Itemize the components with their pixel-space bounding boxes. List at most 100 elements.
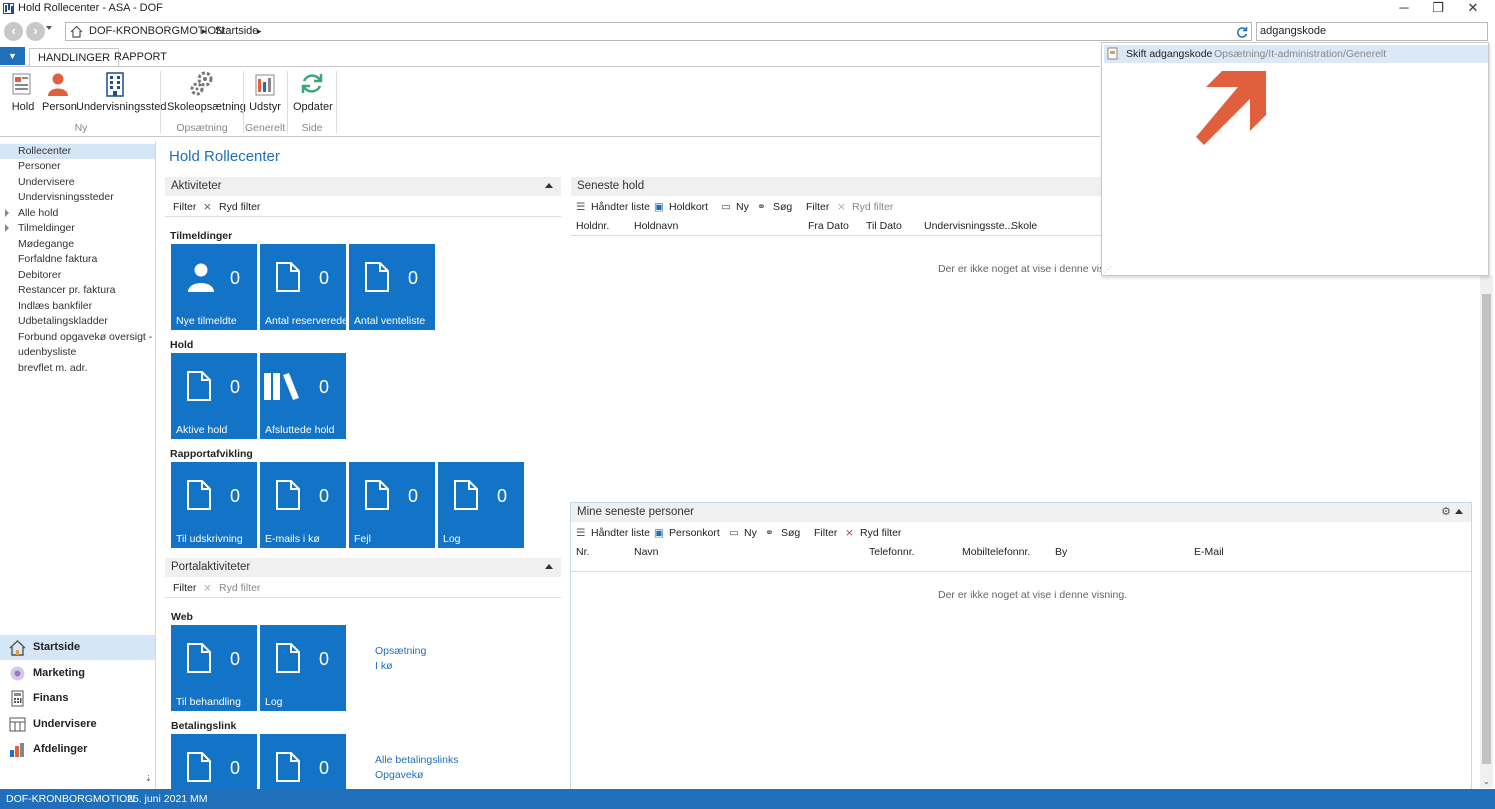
udstyr-button[interactable]: Udstyr — [249, 71, 281, 113]
nav-options-icon[interactable]: ⇣ — [145, 774, 152, 783]
clear-filter-icon[interactable]: ⨯ — [845, 527, 854, 539]
dept-finans[interactable]: Finans — [0, 686, 155, 711]
col-navn[interactable]: Navn — [634, 546, 659, 558]
nav-item-forfaldne-faktura[interactable]: Forfaldne faktura — [0, 252, 155, 267]
tile-log[interactable]: 0 Log — [438, 462, 524, 548]
nav-item-restancer[interactable]: Restancer pr. faktura — [0, 283, 155, 298]
mine-personer-header[interactable]: Mine seneste personer ⚙ — [571, 503, 1471, 522]
history-dropdown-icon[interactable] — [46, 26, 52, 30]
personkort-button[interactable]: Personkort — [669, 527, 720, 539]
tile-antal-venteliste[interactable]: 0 Antal venteliste — [349, 244, 435, 330]
holdkort-button[interactable]: Holdkort — [669, 201, 708, 213]
close-button[interactable]: ✕ — [1456, 0, 1490, 18]
tile-fejl[interactable]: 0 Fejl — [349, 462, 435, 548]
search-result-name[interactable]: Skift adgangskode — [1126, 48, 1212, 60]
filter-button[interactable]: Filter — [806, 201, 829, 213]
hold-button[interactable]: Hold — [9, 71, 37, 113]
new-button[interactable]: Ny — [736, 201, 749, 213]
nav-item-personer[interactable]: Personer — [0, 159, 155, 174]
nav-item-undervisningssteder[interactable]: Undervisningssteder — [0, 190, 155, 205]
col-telefonnr[interactable]: Telefonnr. — [869, 546, 915, 558]
vertical-scrollbar[interactable]: ⌄ — [1480, 276, 1493, 788]
manage-list-button[interactable]: Håndter liste — [591, 201, 650, 213]
person-button[interactable]: Person — [42, 71, 77, 113]
search-input[interactable]: adgangskode — [1256, 22, 1488, 41]
nav-item-brevflet[interactable]: brevflet m. adr. — [0, 361, 155, 376]
col-mobiltelefonnr[interactable]: Mobiltelefonnr. — [962, 546, 1030, 558]
dept-afdelinger[interactable]: Afdelinger — [0, 737, 155, 762]
col-til-dato[interactable]: Til Dato — [866, 220, 902, 232]
nav-item-udenbysliste[interactable]: udenbysliste — [0, 345, 155, 360]
nav-group-tilmeldinger[interactable]: Tilmeldinger — [0, 221, 155, 236]
col-skole[interactable]: Skole — [1011, 220, 1037, 232]
restore-button[interactable]: ❐ — [1421, 0, 1455, 18]
address-box[interactable]: DOF-KRONBORGMOTION ▸ Startside ▸ — [65, 22, 1252, 41]
col-undervisningssted[interactable]: Undervisningsste... — [924, 220, 1013, 232]
search-button[interactable]: Søg — [781, 527, 800, 539]
filter-button[interactable]: Filter — [173, 201, 196, 213]
clear-filter-button[interactable]: Ryd filter — [852, 201, 893, 213]
tile-betalingslink-2[interactable]: 0 — [260, 734, 346, 789]
nav-item-forbund-opgavekoe[interactable]: Forbund opgavekø oversigt - [... — [0, 330, 155, 345]
clear-filter-icon[interactable]: ⨯ — [837, 201, 846, 213]
minimize-button[interactable]: ─ — [1387, 0, 1421, 18]
link-i-koe[interactable]: I kø — [375, 660, 393, 672]
tile-betalingslink-1[interactable]: 0 — [171, 734, 257, 789]
filter-button[interactable]: Filter — [814, 527, 837, 539]
search-result-row[interactable]: Skift adgangskode Opsætning/It-administr… — [1104, 45, 1488, 63]
tile-afsluttede-hold[interactable]: 0 Afsluttede hold — [260, 353, 346, 439]
collapse-icon[interactable] — [1455, 509, 1463, 514]
nav-item-tilmeldinger[interactable]: Tilmeldinger — [0, 221, 155, 236]
dept-undervisere[interactable]: Undervisere — [0, 712, 155, 737]
dept-startside[interactable]: Startside — [0, 635, 155, 660]
clear-filter-button[interactable]: Ryd filter — [860, 527, 901, 539]
nav-group-alle-hold[interactable]: Alle hold — [0, 206, 155, 221]
dept-marketing[interactable]: Marketing — [0, 661, 155, 686]
tile-antal-reserverede[interactable]: 0 Antal reserverede — [260, 244, 348, 330]
clear-filter-icon[interactable]: ⨯ — [203, 582, 212, 594]
forward-button[interactable]: › — [26, 22, 45, 41]
file-menu-button[interactable]: ▼ — [0, 47, 25, 65]
undervisningssted-button[interactable]: Undervisningssted — [76, 71, 167, 113]
col-email[interactable]: E-Mail — [1194, 546, 1224, 558]
refresh-icon[interactable] — [1236, 26, 1248, 38]
aktiviteter-header[interactable]: Aktiviteter — [165, 177, 561, 196]
scroll-down-icon[interactable]: ⌄ — [1483, 777, 1490, 786]
resize-grip-icon[interactable]: ⋰ — [1104, 265, 1112, 274]
search-button[interactable]: Søg — [773, 201, 792, 213]
clear-filter-button[interactable]: Ryd filter — [219, 201, 260, 213]
tile-nye-tilmeldte[interactable]: 0 Nye tilmeldte — [171, 244, 257, 330]
nav-item-udbetalingskladder[interactable]: Udbetalingskladder — [0, 314, 155, 329]
collapse-icon[interactable] — [545, 183, 553, 188]
breadcrumb-page[interactable]: Startside — [215, 25, 258, 37]
nav-item-alle-hold[interactable]: Alle hold — [0, 206, 155, 221]
nav-item-moedegange[interactable]: Mødegange — [0, 237, 155, 252]
tile-til-behandling[interactable]: 0 Til behandling — [171, 625, 257, 711]
link-opgavekoe[interactable]: Opgavekø — [375, 769, 423, 781]
nav-item-debitorer[interactable]: Debitorer — [0, 268, 155, 283]
collapse-icon[interactable] — [545, 564, 553, 569]
home-icon[interactable] — [70, 25, 83, 38]
clear-filter-icon[interactable]: ⨯ — [203, 201, 212, 213]
portal-header[interactable]: Portalaktiviteter — [165, 558, 561, 577]
skoleopsaetning-button[interactable]: Skoleopsætning — [167, 71, 246, 113]
new-button[interactable]: Ny — [744, 527, 757, 539]
col-by[interactable]: By — [1055, 546, 1067, 558]
tile-til-udskrivning[interactable]: 0 Til udskrivning — [171, 462, 257, 548]
nav-item-indlaes-bankfiler[interactable]: Indlæs bankfiler — [0, 299, 155, 314]
tile-portal-log[interactable]: 0 Log — [260, 625, 346, 711]
tile-emails-i-koe[interactable]: 0 E-mails i kø — [260, 462, 346, 548]
seneste-hold-header[interactable]: Seneste hold — [571, 177, 1101, 196]
settings-icon[interactable]: ⚙ — [1441, 505, 1451, 518]
tile-aktive-hold[interactable]: 0 Aktive hold — [171, 353, 257, 439]
nav-item-undervisere[interactable]: Undervisere — [0, 175, 155, 190]
col-fra-dato[interactable]: Fra Dato — [808, 220, 849, 232]
col-nr[interactable]: Nr. — [576, 546, 589, 558]
scrollbar-thumb[interactable] — [1482, 294, 1491, 764]
filter-button[interactable]: Filter — [173, 582, 196, 594]
col-holdnr[interactable]: Holdnr. — [576, 220, 609, 232]
link-alle-betalingslinks[interactable]: Alle betalingslinks — [375, 754, 458, 766]
link-opsaetning[interactable]: Opsætning — [375, 645, 426, 657]
nav-item-rollecenter[interactable]: Rollecenter — [0, 144, 155, 159]
manage-list-button[interactable]: Håndter liste — [591, 527, 650, 539]
